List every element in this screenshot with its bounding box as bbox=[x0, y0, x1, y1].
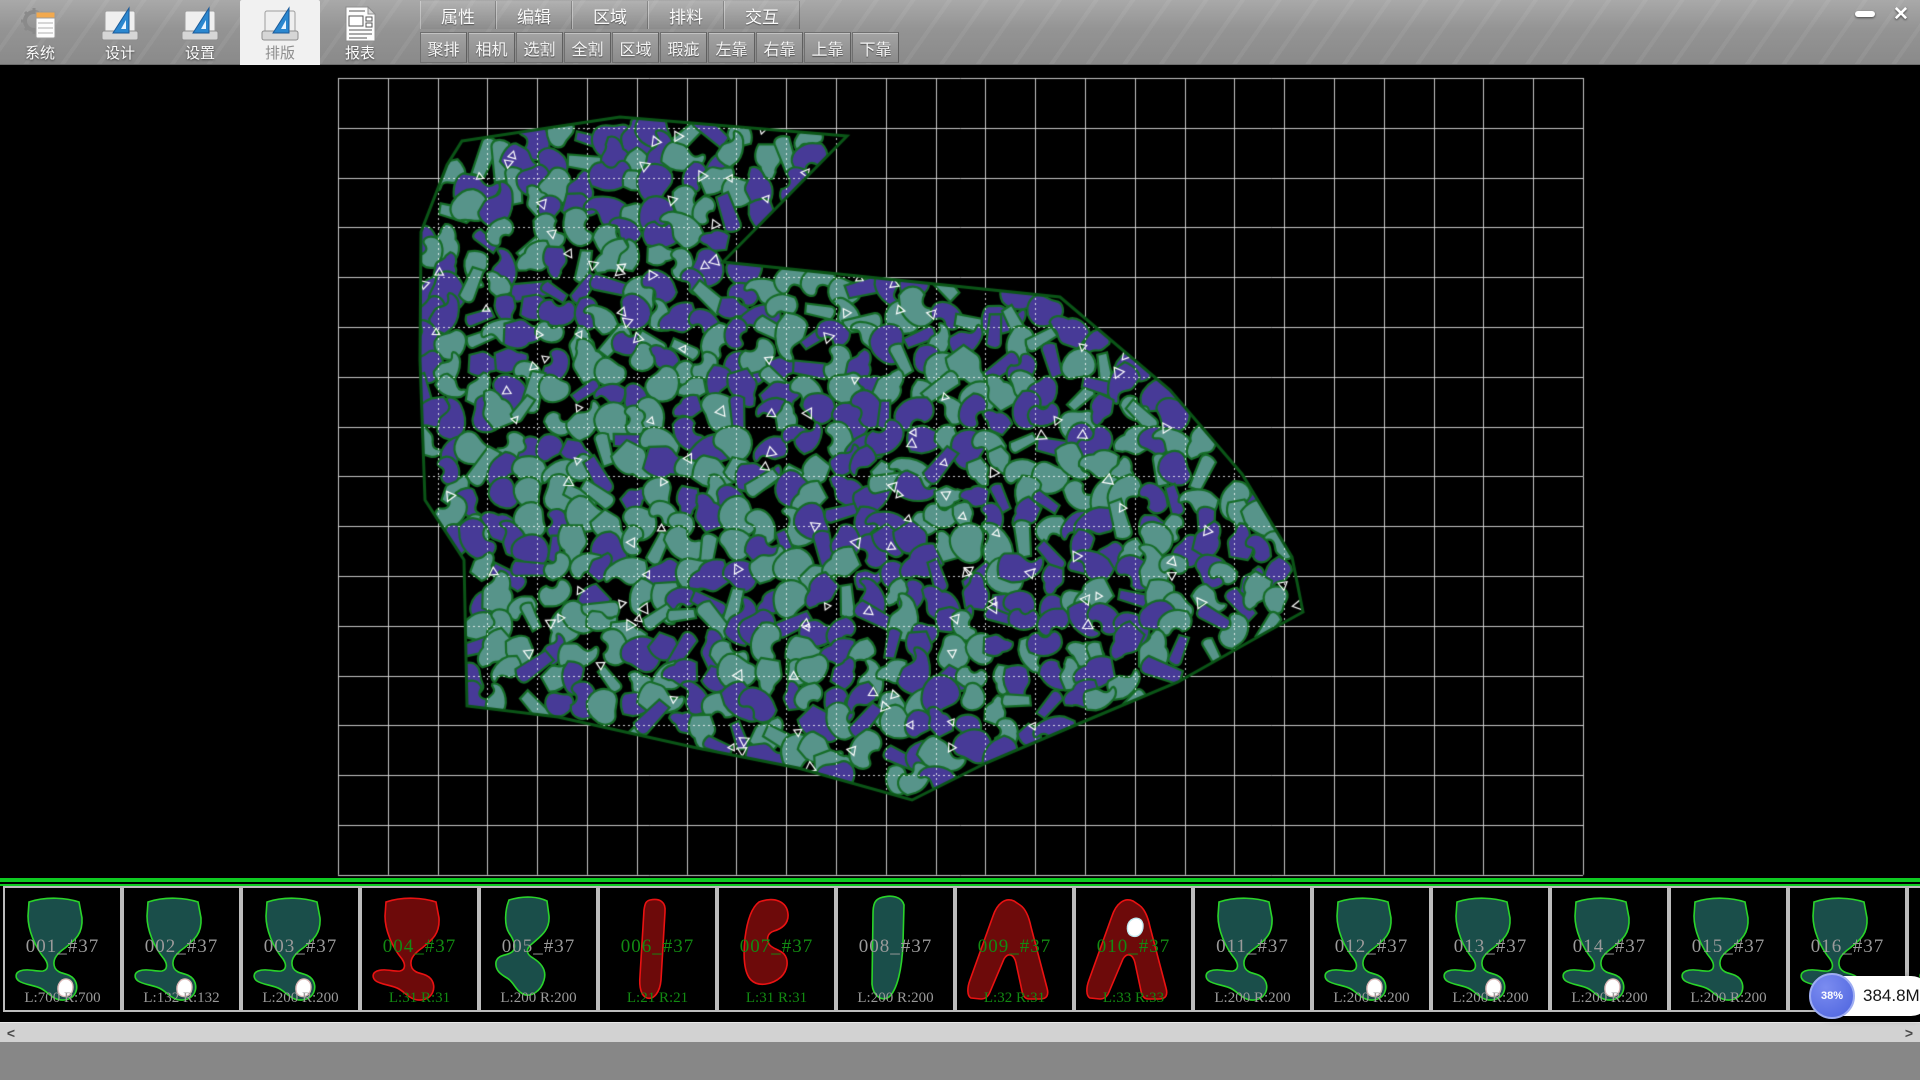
thumbnail-cell[interactable]: 012_#37 L:200 R:200 bbox=[1312, 886, 1431, 1012]
part-id-label: 011_#37 bbox=[1195, 936, 1310, 958]
nav-tabs: 系统 设计 设置 排版 报表 bbox=[0, 0, 400, 65]
strip-separator bbox=[0, 878, 1920, 886]
part-id-label: 014_#37 bbox=[1552, 936, 1667, 958]
part-lr-counts: L:200 R:200 bbox=[1552, 990, 1667, 1007]
thumbnail-cell[interactable]: 015_#37 L:200 R:200 bbox=[1669, 886, 1788, 1012]
thumbnail-cell[interactable]: 004_#37 L:31 R:31 bbox=[360, 886, 479, 1012]
nesting-canvas[interactable] bbox=[0, 65, 1920, 878]
thumbnail-cell[interactable]: 003_#37 L:200 R:200 bbox=[241, 886, 360, 1012]
tool-button[interactable]: 左靠 bbox=[708, 32, 755, 63]
scroll-left-icon[interactable]: < bbox=[0, 1023, 22, 1043]
thumbnail-cell[interactable]: 013_#37 L:200 R:200 bbox=[1431, 886, 1550, 1012]
part-id-label: 007_#37 bbox=[719, 936, 834, 958]
menu-item[interactable]: 交互 bbox=[724, 1, 800, 29]
menu-item[interactable]: 排料 bbox=[648, 1, 724, 29]
tab-报表[interactable]: 报表 bbox=[320, 0, 400, 65]
thumbnail-strip: 001_#37L:700 R:700002_#37L:132 R:132003_… bbox=[0, 886, 1920, 1012]
tool-button[interactable]: 下靠 bbox=[852, 32, 899, 63]
tool-button[interactable]: 选割 bbox=[516, 32, 563, 63]
tab-设置[interactable]: 设置 bbox=[160, 0, 240, 65]
tab-排版[interactable]: 排版 bbox=[240, 0, 320, 65]
ruler-icon bbox=[99, 3, 141, 45]
part-lr-counts: L:200 R:200 bbox=[481, 990, 596, 1007]
close-button[interactable]: ✕ bbox=[1886, 2, 1916, 26]
report-icon bbox=[339, 3, 381, 45]
part-id-label: 003_#37 bbox=[243, 936, 358, 958]
window-controls: ✕ bbox=[1850, 2, 1916, 26]
menu-item[interactable]: 属性 bbox=[420, 1, 496, 29]
progress-circle-icon: 38% bbox=[1809, 973, 1855, 1019]
tool-button[interactable]: 瑕疵 bbox=[660, 32, 707, 63]
part-id-label: 001_#37 bbox=[5, 936, 120, 958]
part-id-label: 005_#37 bbox=[481, 936, 596, 958]
part-lr-counts: L:200 R:200 bbox=[1671, 990, 1786, 1007]
part-lr-counts: L:200 R:200 bbox=[243, 990, 358, 1007]
tool-button[interactable]: 聚排 bbox=[420, 32, 467, 63]
part-lr-counts: L:31 R:31 bbox=[362, 990, 477, 1007]
tool-button[interactable]: 全割 bbox=[564, 32, 611, 63]
part-id-label: 009_#37 bbox=[957, 936, 1072, 958]
ruler-icon bbox=[259, 3, 301, 45]
tab-label: 设计 bbox=[105, 45, 135, 62]
separator-line bbox=[0, 878, 1920, 882]
part-lr-counts: L:31 R:31 bbox=[719, 990, 834, 1007]
thumbnail-cell[interactable]: 011_#37 L:200 R:200 bbox=[1193, 886, 1312, 1012]
progress-percent: 38% bbox=[1821, 990, 1843, 1002]
app-window: 系统设计设置排版报表 属性编辑区域排料交互 聚排相机选割全割区域瑕疵左靠右靠上靠… bbox=[0, 0, 1920, 1080]
thumbnail-cell[interactable]: 007_#37 L:31 R:31 bbox=[717, 886, 836, 1012]
part-lr-counts: L:32 R:31 bbox=[957, 990, 1072, 1007]
system-icon bbox=[19, 3, 61, 45]
part-id-label: 002_#37 bbox=[124, 936, 239, 958]
part-lr-counts: L:200 R:200 bbox=[838, 990, 953, 1007]
menu-item[interactable]: 编辑 bbox=[496, 1, 572, 29]
tool-button[interactable]: 区域 bbox=[612, 32, 659, 63]
tab-label: 系统 bbox=[25, 45, 55, 62]
part-lr-counts: L:700 R:700 bbox=[5, 990, 120, 1007]
tab-label: 排版 bbox=[265, 45, 295, 62]
thumbnail-cell[interactable]: 008_#37 L:200 R:200 bbox=[836, 886, 955, 1012]
memory-value: 384.8M bbox=[1863, 986, 1920, 1006]
ruler-icon bbox=[179, 3, 221, 45]
horizontal-scrollbar[interactable]: < > bbox=[0, 1022, 1920, 1042]
tab-label: 设置 bbox=[185, 45, 215, 62]
menu-bar: 属性编辑区域排料交互 bbox=[420, 1, 800, 30]
minimize-button[interactable] bbox=[1850, 2, 1880, 26]
tab-系统[interactable]: 系统 bbox=[0, 0, 80, 65]
part-lr-counts: L:200 R:200 bbox=[1195, 990, 1310, 1007]
part-id-label: 006_#37 bbox=[600, 936, 715, 958]
tab-设计[interactable]: 设计 bbox=[80, 0, 160, 65]
part-id-label: 010_#37 bbox=[1076, 936, 1191, 958]
part-lr-counts: L:200 R:200 bbox=[1314, 990, 1429, 1007]
bottom-band bbox=[0, 1042, 1920, 1080]
thumbnail-cell[interactable]: 009_#37 L:32 R:31 bbox=[955, 886, 1074, 1012]
part-id-label: 004_#37 bbox=[362, 936, 477, 958]
tool-button[interactable]: 右靠 bbox=[756, 32, 803, 63]
tool-button[interactable]: 上靠 bbox=[804, 32, 851, 63]
status-badge: 38% 384.8M bbox=[1813, 976, 1920, 1016]
thumbnail-cell[interactable]: 006_#37 L:21 R:21 bbox=[598, 886, 717, 1012]
thumbnail-cell[interactable]: 010_#37 L:33 R:33 bbox=[1074, 886, 1193, 1012]
part-id-label: 016_#37 bbox=[1790, 936, 1905, 958]
part-lr-counts: L:132 R:132 bbox=[124, 990, 239, 1007]
thumbnail-cell[interactable]: 002_#37 L:132 R:132 bbox=[122, 886, 241, 1012]
thumbnail-cell[interactable]: 001_#37 L:700 R:700 bbox=[3, 886, 122, 1012]
part-id-label: 013_#37 bbox=[1433, 936, 1548, 958]
part-id-label: 012_#37 bbox=[1314, 936, 1429, 958]
part-lr-counts: L:21 R:21 bbox=[600, 990, 715, 1007]
toolbar: 系统设计设置排版报表 属性编辑区域排料交互 聚排相机选割全割区域瑕疵左靠右靠上靠… bbox=[0, 0, 1920, 65]
tool-button[interactable]: 相机 bbox=[468, 32, 515, 63]
part-id-label: 008_#37 bbox=[838, 936, 953, 958]
scroll-right-icon[interactable]: > bbox=[1898, 1023, 1920, 1043]
thumbnail-cell[interactable]: 014_#37 L:200 R:200 bbox=[1550, 886, 1669, 1012]
tool-button-row: 聚排相机选割全割区域瑕疵左靠右靠上靠下靠 bbox=[420, 32, 900, 63]
tab-label: 报表 bbox=[345, 45, 375, 62]
part-lr-counts: L:33 R:33 bbox=[1076, 990, 1191, 1007]
menu-item[interactable]: 区域 bbox=[572, 1, 648, 29]
part-lr-counts: L:200 R:200 bbox=[1433, 990, 1548, 1007]
part-id-label: 015_#37 bbox=[1671, 936, 1786, 958]
thumbnail-cell[interactable]: 005_#37 L:200 R:200 bbox=[479, 886, 598, 1012]
